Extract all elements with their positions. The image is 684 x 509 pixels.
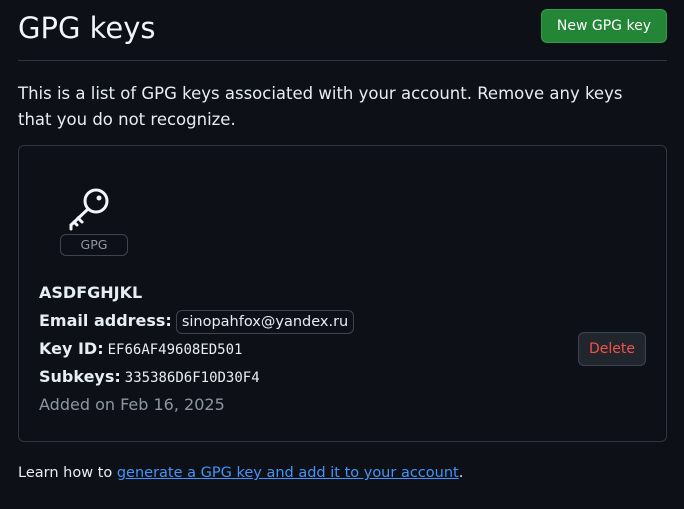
generate-gpg-key-link[interactable]: generate a GPG key and add it to your ac… (117, 465, 459, 481)
key-id-value: EF66AF49608ED501 (107, 342, 243, 358)
key-details: ASDFGHJKL Email address: sinopahfox@yande… (39, 280, 355, 420)
gpg-badge: GPG (60, 234, 128, 256)
subkeys-label: Subkeys: (39, 367, 121, 386)
intro-text: This is a list of GPG keys associated wi… (18, 84, 623, 129)
key-name: ASDFGHJKL (39, 283, 143, 302)
key-name-row: ASDFGHJKL (39, 280, 354, 308)
delete-key-button[interactable]: Delete (578, 332, 646, 366)
email-label: Email address: (39, 311, 172, 330)
page-header: GPG keys New GPG key (18, 0, 667, 61)
key-id-label: Key ID: (39, 339, 104, 358)
footer-prefix: Learn how to (18, 465, 117, 481)
page-title: GPG keys (18, 11, 156, 45)
subkeys-value: 335386D6F10D30F4 (124, 370, 260, 386)
gpg-keys-page: GPG keys New GPG key This is a list of G… (0, 0, 684, 509)
email-badge: sinopahfox@yandex.ru (175, 309, 355, 334)
added-on-date: Added on Feb 16, 2025 (39, 395, 225, 414)
footer-suffix: . (458, 465, 464, 481)
footer-note: Learn how to generate a GPG key and add … (18, 462, 463, 484)
subkeys-row: Subkeys: 335386D6F10D30F4 (39, 364, 354, 392)
gpg-key-item: GPG ASDFGHJKL Email address: sinopahfox@y… (18, 145, 667, 442)
email-row: Email address: sinopahfox@yandex.ru (39, 308, 355, 336)
key-icon (62, 184, 116, 232)
new-gpg-key-button[interactable]: New GPG key (540, 9, 667, 43)
key-id-row: Key ID: EF66AF49608ED501 (39, 336, 354, 364)
added-on-row: Added on Feb 16, 2025 (39, 392, 354, 420)
